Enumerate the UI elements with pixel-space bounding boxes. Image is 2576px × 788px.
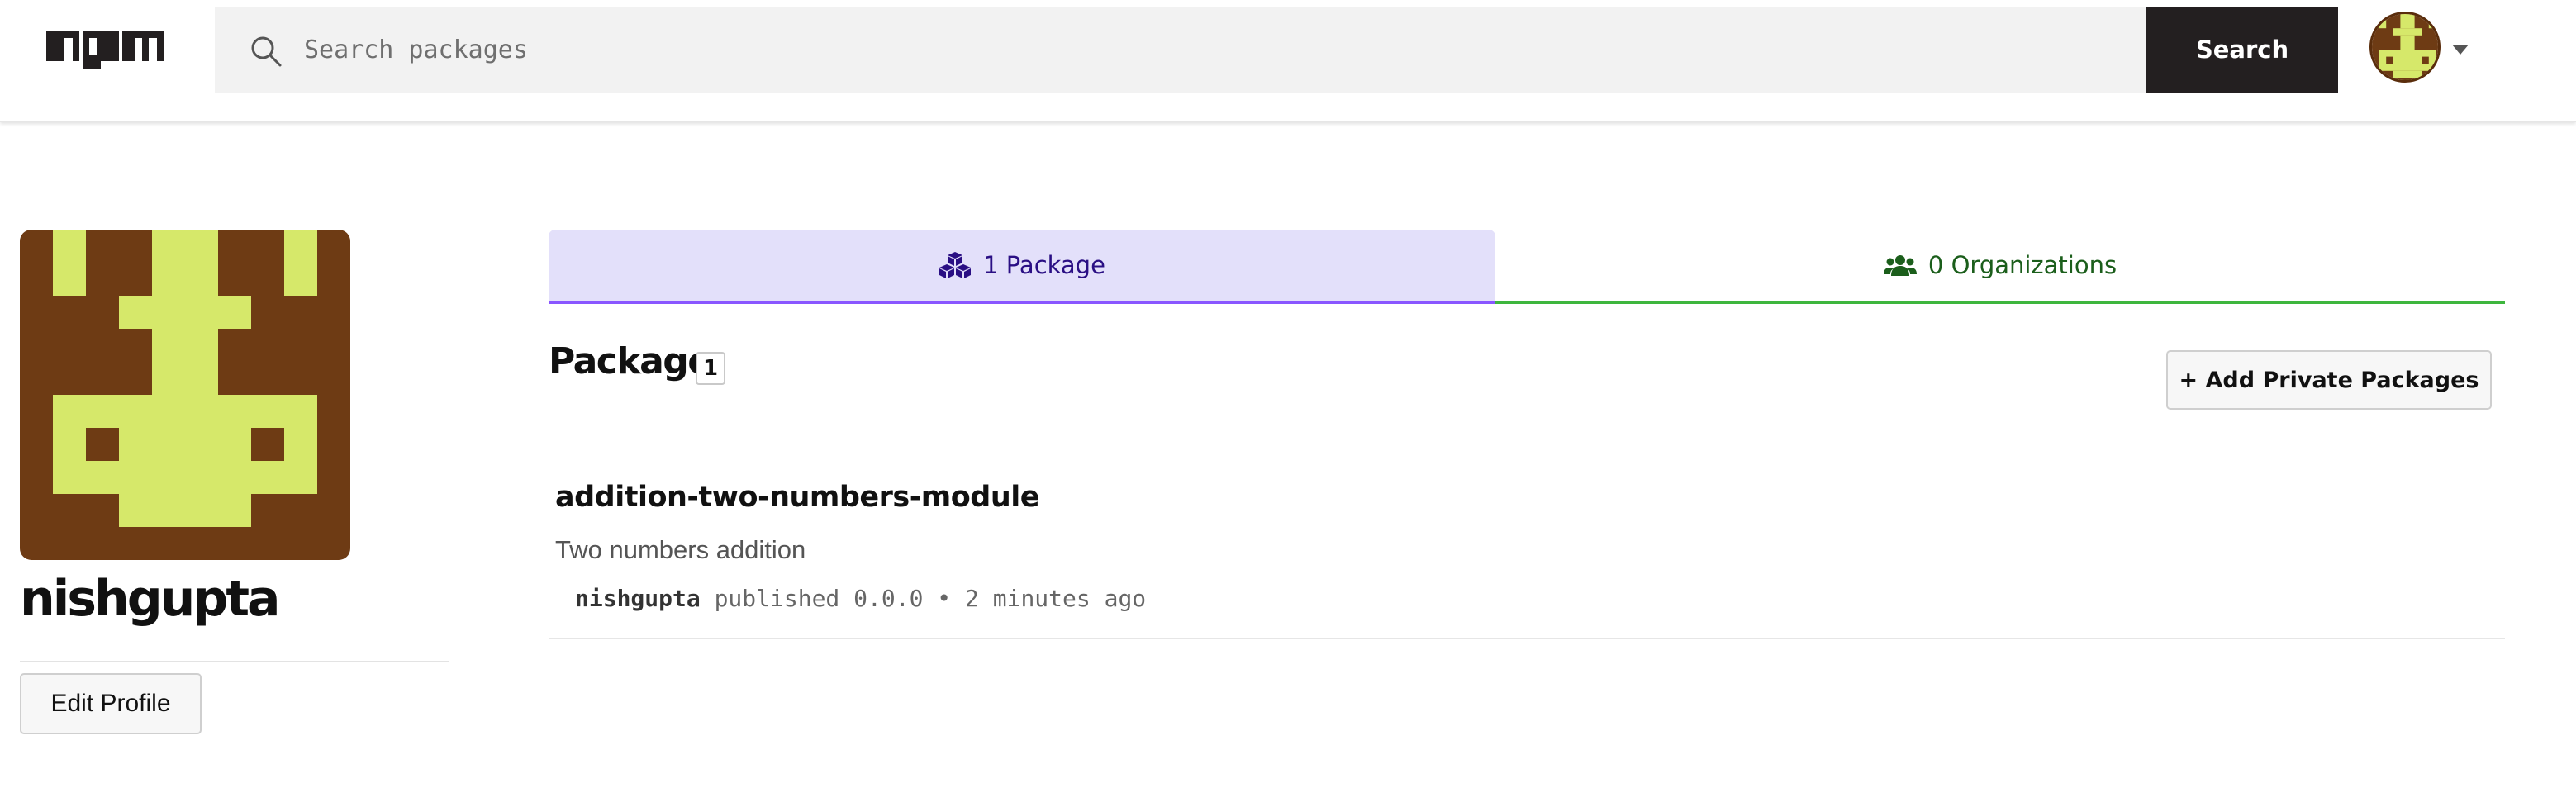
packages-icon bbox=[939, 252, 972, 278]
profile-avatar bbox=[20, 230, 350, 560]
divider bbox=[20, 661, 449, 662]
tab-packages-label: 1 Package bbox=[983, 251, 1105, 279]
search-button[interactable]: Search bbox=[2146, 7, 2338, 93]
package-description: Two numbers addition bbox=[555, 535, 806, 564]
package-publish-info: published 0.0.0 • 2 minutes ago bbox=[700, 585, 1147, 612]
search-icon bbox=[251, 36, 282, 67]
identicon bbox=[20, 230, 350, 560]
tab-packages[interactable]: 1 Package bbox=[549, 230, 1495, 304]
tab-organizations[interactable]: 0 Organizations bbox=[1495, 230, 2505, 304]
search-input[interactable] bbox=[304, 7, 2122, 93]
identicon-small bbox=[2372, 14, 2438, 80]
search-box bbox=[215, 7, 2146, 93]
profile-username: nishgupta bbox=[20, 570, 280, 628]
chevron-down-icon[interactable] bbox=[2452, 45, 2469, 55]
edit-profile-button[interactable]: Edit Profile bbox=[20, 673, 202, 734]
package-author-link[interactable]: nishgupta bbox=[575, 585, 701, 612]
package-name-link[interactable]: addition-two-numbers-module bbox=[555, 481, 1040, 514]
package-meta: nishgupta published 0.0.0 • 2 minutes ag… bbox=[575, 585, 1146, 612]
tab-organizations-label: 0 Organizations bbox=[1927, 251, 2117, 279]
package-count-badge: 1 bbox=[696, 352, 726, 385]
avatar[interactable] bbox=[2369, 12, 2441, 83]
add-private-packages-button[interactable]: + Add Private Packages bbox=[2166, 350, 2492, 410]
package-list-item: addition-two-numbers-module Two numbers … bbox=[549, 468, 2505, 639]
npm-logo[interactable] bbox=[46, 31, 164, 69]
site-header: Search bbox=[0, 0, 2576, 122]
section-title: Package bbox=[549, 340, 712, 382]
search-form: Search bbox=[215, 7, 2338, 93]
user-menu[interactable] bbox=[2369, 12, 2469, 86]
users-icon bbox=[1883, 255, 1917, 276]
